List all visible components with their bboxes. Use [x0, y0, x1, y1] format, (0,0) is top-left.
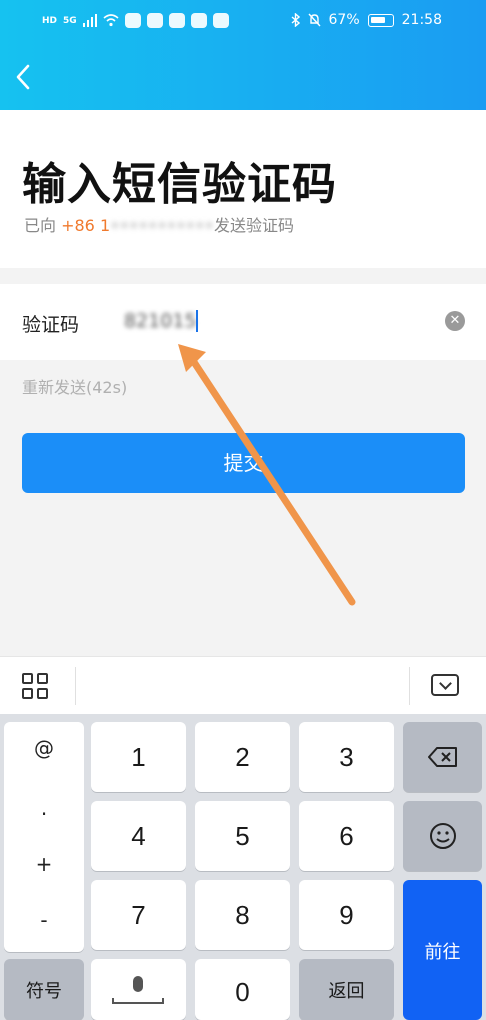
network-indicator: 5G: [63, 15, 77, 26]
divider: [75, 667, 76, 705]
symbols-key[interactable]: 符号: [4, 959, 84, 1020]
header-section: 输入短信验证码 已向 +86 1•••••••••••发送验证码: [0, 110, 486, 268]
battery-icon: [367, 13, 394, 27]
sms-sent-hint: 已向 +86 1•••••••••••发送验证码: [24, 212, 294, 236]
wechat-notification-icon: [168, 13, 185, 28]
grid-menu-icon[interactable]: [22, 673, 50, 701]
text-cursor: [196, 310, 198, 332]
symbol-key-at[interactable]: @: [4, 736, 84, 760]
symbol-panel[interactable]: @ . + -: [4, 722, 84, 952]
key-4[interactable]: 4: [91, 801, 186, 871]
phone-number: +86 1: [61, 216, 111, 235]
status-bar: HD 5G 67% 21:58: [0, 0, 486, 46]
symbol-key-minus[interactable]: -: [4, 908, 84, 932]
battery-percent: 67%: [328, 12, 360, 28]
page-title: 输入短信验证码: [22, 159, 337, 210]
signal-icon: [82, 14, 97, 27]
masked-phone-number: •••••••••••: [110, 216, 214, 235]
space-icon: [112, 998, 164, 1004]
key-3[interactable]: 3: [299, 722, 394, 792]
key-8[interactable]: 8: [195, 880, 290, 950]
mute-bell-icon: [307, 13, 321, 27]
hide-keyboard-icon[interactable]: [431, 674, 459, 696]
app-notification-icon: [190, 13, 207, 28]
wifi-icon: [103, 14, 119, 27]
key-5[interactable]: 5: [195, 801, 290, 871]
hd-indicator: HD: [42, 15, 58, 26]
symbol-key-plus[interactable]: +: [4, 852, 84, 876]
keyboard-toolbar: [0, 656, 486, 714]
emoji-icon[interactable]: [403, 801, 482, 871]
chevron-left-icon: [16, 64, 30, 90]
verification-code-field[interactable]: 验证码 821015: [0, 284, 486, 360]
clear-icon[interactable]: ✕: [445, 311, 465, 331]
app-notification-icon: [212, 13, 229, 28]
key-7[interactable]: 7: [91, 880, 186, 950]
app-notification-icon: [146, 13, 163, 28]
code-label: 验证码: [22, 314, 80, 336]
back-key[interactable]: 返回: [299, 959, 394, 1020]
key-9[interactable]: 9: [299, 880, 394, 950]
app-notification-icon: [124, 13, 141, 28]
symbol-key-dot[interactable]: .: [4, 796, 84, 820]
resend-countdown: 重新发送(42s): [22, 378, 128, 397]
top-bar: HD 5G 67% 21:58: [0, 0, 486, 110]
key-2[interactable]: 2: [195, 722, 290, 792]
code-input[interactable]: 821015: [124, 310, 197, 332]
hint-prefix: 已向: [24, 216, 62, 235]
go-key[interactable]: 前往: [403, 880, 482, 1020]
key-1[interactable]: 1: [91, 722, 186, 792]
bluetooth-icon: [291, 13, 300, 27]
status-icons-right: 67% 21:58: [291, 12, 442, 28]
hint-suffix: 发送验证码: [213, 216, 294, 235]
submit-button[interactable]: 提交: [22, 433, 465, 493]
back-button[interactable]: [8, 60, 38, 94]
clock: 21:58: [401, 12, 442, 28]
status-icons-left: HD 5G: [42, 13, 229, 28]
key-6[interactable]: 6: [299, 801, 394, 871]
backspace-icon[interactable]: [403, 722, 482, 792]
divider: [409, 667, 410, 705]
microphone-icon: [133, 976, 143, 992]
key-0[interactable]: 0: [195, 959, 290, 1020]
